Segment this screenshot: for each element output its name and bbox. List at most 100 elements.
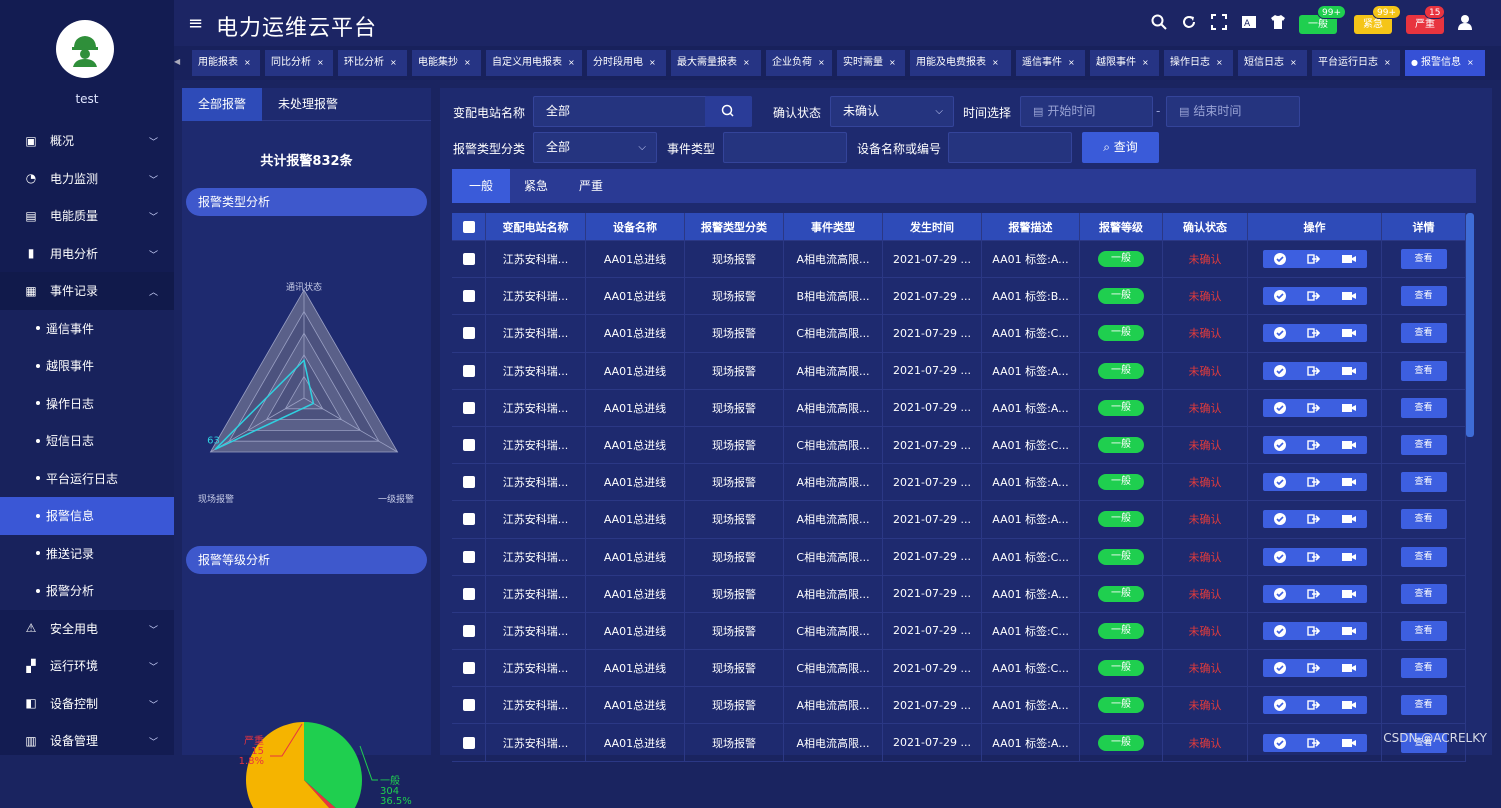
video-camera-icon[interactable] (1339, 661, 1359, 675)
confirm-check-icon[interactable] (1270, 289, 1290, 303)
view-detail-button[interactable]: 查看 (1400, 583, 1447, 604)
sidebar-group[interactable]: ▣ 概况 ﹀ (0, 122, 174, 160)
confirm-check-icon[interactable] (1270, 624, 1290, 638)
page-tab[interactable]: 越限事件 × (1090, 50, 1159, 76)
view-detail-button[interactable]: 查看 (1400, 658, 1447, 679)
close-icon[interactable]: × (390, 58, 397, 67)
page-tab[interactable]: 分时段用电 × (587, 50, 666, 76)
confirm-check-icon[interactable] (1270, 550, 1290, 564)
page-tab[interactable]: 遥信事件 × (1016, 50, 1085, 76)
row-checkbox[interactable] (462, 550, 475, 563)
view-detail-button[interactable]: 查看 (1400, 509, 1447, 530)
forward-icon[interactable] (1304, 475, 1324, 489)
sidebar-group[interactable]: ▦ 事件记录 ︿ (0, 272, 174, 310)
confirm-check-icon[interactable] (1270, 401, 1290, 415)
alarm-scope-tab[interactable]: 全部报警 (182, 88, 263, 121)
confirm-check-icon[interactable] (1270, 252, 1290, 266)
close-icon[interactable]: × (1216, 58, 1223, 67)
forward-icon[interactable] (1304, 326, 1324, 340)
user-icon[interactable] (1456, 14, 1474, 32)
close-icon[interactable]: × (568, 58, 575, 67)
row-checkbox[interactable] (462, 476, 475, 489)
close-icon[interactable]: × (1467, 58, 1474, 67)
sidebar-item[interactable]: 遥信事件 (0, 309, 174, 347)
tabs-scroll-left-icon[interactable]: ◀ (174, 57, 180, 66)
sidebar-group[interactable]: ▮ 用电分析 ﹀ (0, 235, 174, 273)
view-detail-button[interactable]: 查看 (1400, 620, 1447, 641)
video-camera-icon[interactable] (1339, 698, 1359, 712)
close-icon[interactable]: × (992, 58, 999, 67)
row-checkbox[interactable] (462, 736, 475, 749)
query-button[interactable]: ⌕ 查询 (1082, 132, 1159, 163)
start-time-input[interactable]: ▤ 开始时间 (1020, 96, 1153, 127)
page-tab[interactable]: 环比分析 × (338, 50, 407, 76)
row-checkbox[interactable] (462, 513, 475, 526)
view-detail-button[interactable]: 查看 (1400, 323, 1447, 344)
forward-icon[interactable] (1304, 289, 1324, 303)
video-camera-icon[interactable] (1339, 289, 1359, 303)
confirm-select[interactable]: 未确认 ⌵ (830, 96, 954, 127)
row-checkbox[interactable] (462, 439, 475, 452)
page-tab[interactable]: 操作日志 × (1164, 50, 1233, 76)
video-camera-icon[interactable] (1339, 512, 1359, 526)
forward-icon[interactable] (1304, 252, 1324, 266)
close-icon[interactable]: × (1068, 58, 1075, 67)
confirm-check-icon[interactable] (1270, 438, 1290, 452)
close-icon[interactable]: × (818, 58, 825, 67)
select-all-checkbox[interactable] (462, 220, 475, 233)
page-tab[interactable]: 用能及电费报表 × (910, 50, 1011, 76)
view-detail-button[interactable]: 查看 (1400, 695, 1447, 716)
close-icon[interactable]: × (1290, 58, 1297, 67)
confirm-check-icon[interactable] (1270, 364, 1290, 378)
video-camera-icon[interactable] (1339, 401, 1359, 415)
sidebar-group[interactable]: ◔ 电力监测 ﹀ (0, 160, 174, 198)
row-checkbox[interactable] (462, 290, 475, 303)
close-icon[interactable]: × (317, 58, 324, 67)
alarm-level-tab[interactable]: 严重 (562, 169, 620, 203)
video-camera-icon[interactable] (1339, 364, 1359, 378)
alarm-scope-tab[interactable]: 未处理报警 (262, 88, 354, 121)
view-detail-button[interactable]: 查看 (1400, 360, 1447, 381)
sidebar-item[interactable]: 平台运行日志 (0, 459, 174, 497)
close-icon[interactable]: × (1384, 58, 1391, 67)
sidebar-group[interactable]: ▥ 设备管理 ﹀ (0, 722, 174, 760)
page-tab[interactable]: 企业负荷 × (766, 50, 832, 76)
page-tab[interactable]: 短信日志 × (1238, 50, 1307, 76)
close-icon[interactable]: × (743, 58, 750, 67)
confirm-check-icon[interactable] (1270, 512, 1290, 526)
page-tab[interactable]: 平台运行日志 × (1312, 50, 1400, 76)
video-camera-icon[interactable] (1339, 736, 1359, 750)
table-scrollbar[interactable] (1466, 213, 1474, 755)
close-icon[interactable]: × (244, 58, 251, 67)
row-checkbox[interactable] (462, 624, 475, 637)
confirm-check-icon[interactable] (1270, 698, 1290, 712)
close-icon[interactable]: × (1142, 58, 1149, 67)
event-type-input[interactable] (723, 132, 847, 163)
view-detail-button[interactable]: 查看 (1400, 249, 1447, 270)
device-input[interactable] (948, 132, 1072, 163)
view-detail-button[interactable]: 查看 (1400, 286, 1447, 307)
row-checkbox[interactable] (462, 662, 475, 675)
row-checkbox[interactable] (462, 699, 475, 712)
video-camera-icon[interactable] (1339, 624, 1359, 638)
row-checkbox[interactable] (462, 364, 475, 377)
sidebar-item[interactable]: 越限事件 (0, 347, 174, 385)
alarm-level-tab[interactable]: 紧急 (507, 169, 565, 203)
language-icon[interactable]: A (1240, 14, 1258, 32)
sidebar-item[interactable]: 报警分析 (0, 572, 174, 610)
page-tab[interactable]: 最大需量报表 × (671, 50, 761, 76)
view-detail-button[interactable]: 查看 (1400, 397, 1447, 418)
video-camera-icon[interactable] (1339, 326, 1359, 340)
sidebar-item[interactable]: 短信日志 (0, 422, 174, 460)
search-icon[interactable] (1150, 14, 1168, 32)
forward-icon[interactable] (1304, 624, 1324, 638)
close-icon[interactable]: × (649, 58, 656, 67)
video-camera-icon[interactable] (1339, 550, 1359, 564)
page-tab[interactable]: 同比分析 × (265, 50, 333, 76)
view-detail-button[interactable]: 查看 (1400, 546, 1447, 567)
sidebar-group[interactable]: ▞ 运行环境 ﹀ (0, 647, 174, 685)
forward-icon[interactable] (1304, 550, 1324, 564)
video-camera-icon[interactable] (1339, 438, 1359, 452)
end-time-input[interactable]: ▤ 结束时间 (1166, 96, 1300, 127)
close-icon[interactable]: × (889, 58, 896, 67)
